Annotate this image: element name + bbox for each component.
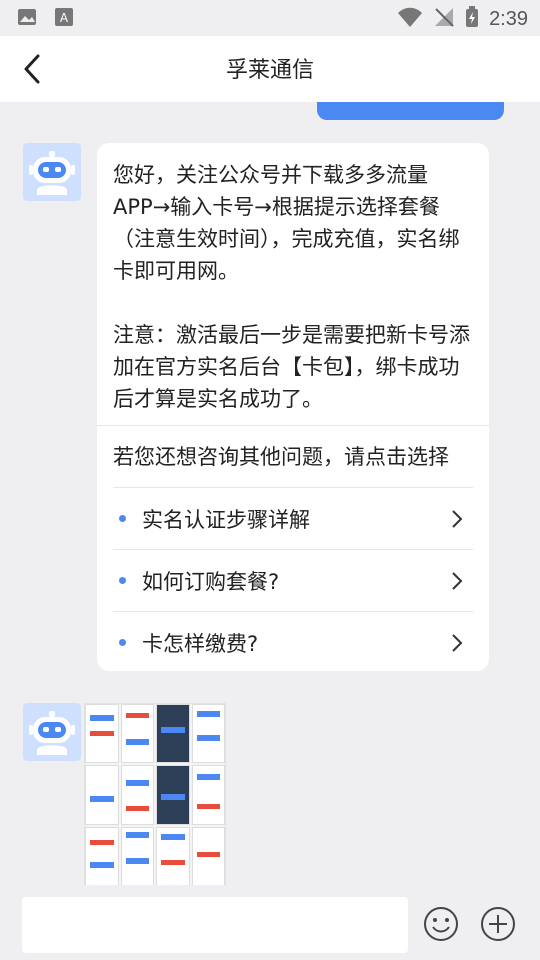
option-item[interactable]: 实名认证步骤详解: [113, 487, 473, 549]
robot-avatar-icon: [23, 143, 81, 201]
page-title: 孚莱通信: [225, 58, 314, 83]
thumbnail: [156, 704, 190, 764]
text-icon: A: [54, 6, 74, 32]
divider: [97, 425, 489, 426]
message-input[interactable]: [22, 897, 408, 953]
option-prompt: 若您还想咨询其他问题，请点击选择: [113, 445, 449, 469]
image-message[interactable]: [84, 703, 226, 887]
bullet-icon: [119, 639, 126, 646]
option-label: 实名认证步骤详解: [142, 507, 310, 532]
chevron-right-icon: [447, 571, 467, 591]
chevron-right-icon: [447, 509, 467, 529]
thumbnail: [85, 826, 119, 886]
thumbnail: [156, 826, 190, 886]
thumbnail: [191, 765, 225, 825]
thumbnail: [156, 765, 190, 825]
thumbnail: [191, 826, 225, 886]
thumbnail: [120, 704, 154, 764]
signal-off-icon: [433, 6, 455, 32]
plus-icon[interactable]: [479, 905, 517, 943]
chevron-right-icon: [447, 633, 467, 653]
battery-charging-icon: [465, 6, 479, 32]
wifi-icon: [397, 6, 423, 32]
options-list: 实名认证步骤详解 如何订购套餐? 卡怎样缴费?: [113, 487, 473, 673]
thumbnail: [85, 704, 119, 764]
option-item[interactable]: 卡怎样缴费?: [113, 611, 473, 673]
thumbnail: [120, 765, 154, 825]
app-header: 孚莱通信: [0, 36, 540, 102]
input-bar: [0, 885, 540, 960]
user-message-bubble: [317, 102, 504, 120]
option-item[interactable]: 如何订购套餐?: [113, 549, 473, 611]
bullet-icon: [119, 515, 126, 522]
thumbnail: [120, 826, 154, 886]
image-icon: [16, 6, 38, 32]
option-label: 如何订购套餐?: [142, 569, 280, 594]
status-bar: A 2:39: [0, 0, 540, 36]
clock-time: 2:39: [489, 7, 528, 30]
option-label: 卡怎样缴费?: [142, 631, 259, 656]
bot-message-text: 您好，关注公众号并下载多多流量APP→输入卡号→根据提示选择套餐（注意生效时间）…: [113, 163, 470, 411]
emoji-icon[interactable]: [422, 905, 460, 943]
bot-message-bubble: 您好，关注公众号并下载多多流量APP→输入卡号→根据提示选择套餐（注意生效时间）…: [97, 143, 489, 671]
thumbnail: [85, 765, 119, 825]
bullet-icon: [119, 577, 126, 584]
robot-avatar-icon: [23, 703, 81, 761]
svg-text:A: A: [60, 11, 69, 25]
thumbnail: [191, 704, 225, 764]
